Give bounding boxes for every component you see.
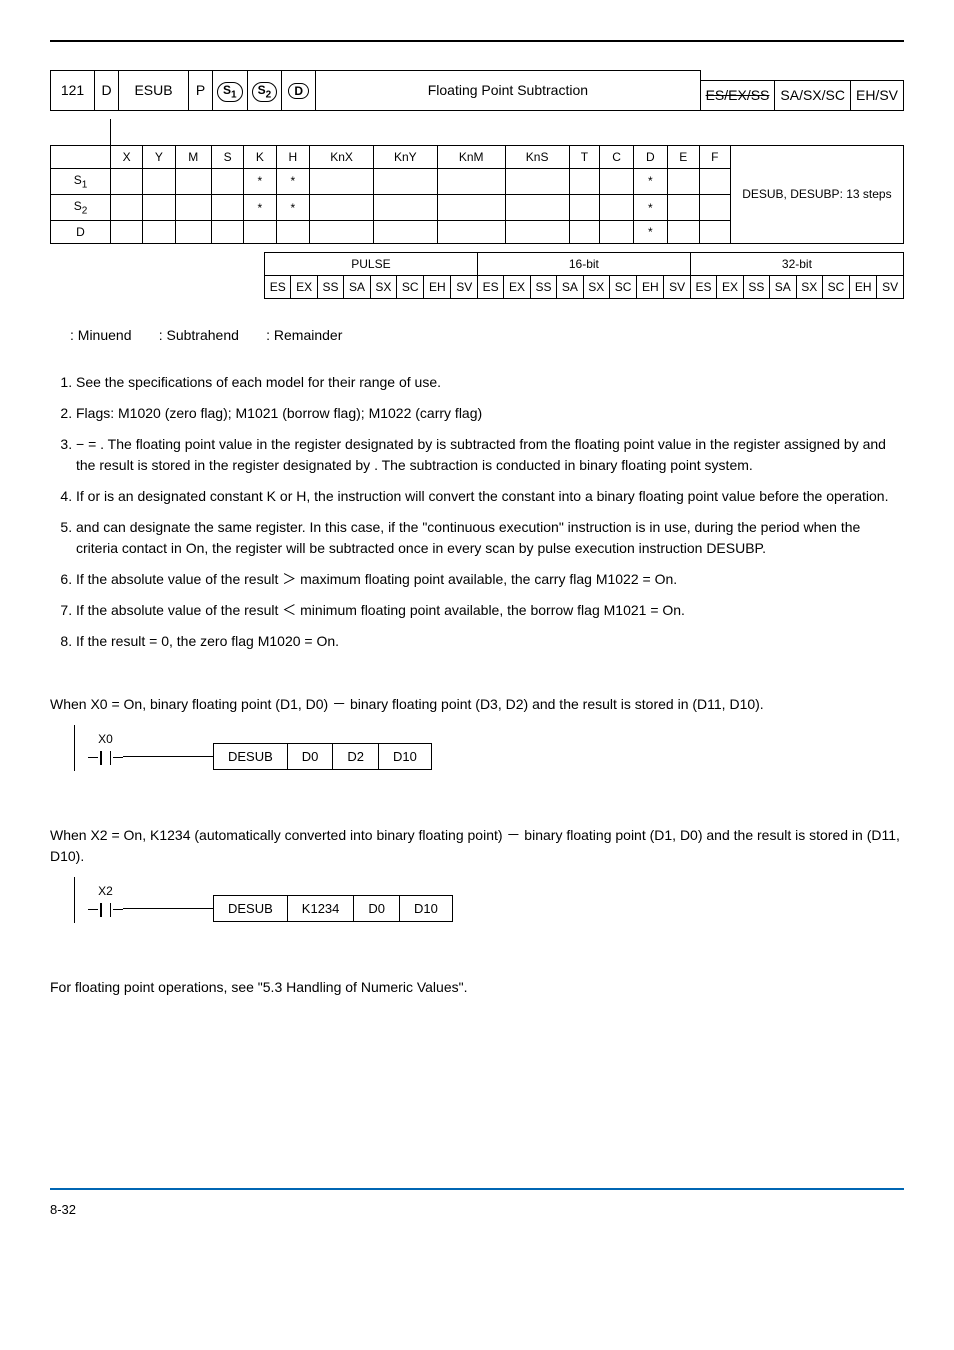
mnemonic: ESUB xyxy=(119,71,189,111)
remark-text: For floating point operations, see "5.3 … xyxy=(50,977,904,998)
top-rule xyxy=(50,40,904,42)
note-4: If or is an designated constant K or H, … xyxy=(76,486,904,507)
ex2-instruction: DESUB K1234 D0 D10 xyxy=(213,895,453,923)
model-es: ES/EX/SS xyxy=(700,81,775,111)
instruction-title: Floating Point Subtraction xyxy=(316,71,700,111)
operand-grid: XYMS KHKnXKnY KnMKnSTC DEF DESUB, DESUBP… xyxy=(50,119,904,244)
api-num: 121 xyxy=(51,71,95,111)
ex2-text: When X2 = On, K1234 (automatically conve… xyxy=(50,825,904,867)
operand-d: D xyxy=(282,71,316,111)
page-number: 8-32 xyxy=(50,1200,904,1220)
bottom-rule xyxy=(50,1188,904,1190)
contact-icon xyxy=(88,749,123,767)
steps-note: DESUB, DESUBP: 13 steps xyxy=(730,145,903,244)
explanations-list: See the specifications of each model for… xyxy=(50,372,904,652)
note-8: If the result = 0, the zero flag M1020 =… xyxy=(76,631,904,652)
ladder-2: X2 DESUB K1234 D0 D10 xyxy=(74,877,904,923)
instruction-header-table: 121 D ESUB P S1 S2 D Floating Point Subt… xyxy=(50,70,904,111)
api-d: D xyxy=(95,71,119,111)
note-1: See the specifications of each model for… xyxy=(76,372,904,393)
grid-header-row: XYMS KHKnXKnY KnMKnSTC DEF DESUB, DESUBP… xyxy=(51,145,904,168)
operand-s2: S2 xyxy=(247,71,282,111)
note-6: If the absolute value of the result ＞ ma… xyxy=(76,569,904,590)
type-footer: PULSE 16-bit 32-bit ESEXSSSA SXSCEHSV ES… xyxy=(264,252,904,299)
note-5: and can designate the same register. In … xyxy=(76,517,904,559)
ex1-instruction: DESUB D0 D2 D10 xyxy=(213,743,432,771)
model-sa: SA/SX/SC xyxy=(775,81,851,111)
operand-s1: S1 xyxy=(213,71,248,111)
note-7: If the absolute value of the result ＜ mi… xyxy=(76,600,904,621)
operands-line: : Minuend : Subtrahend : Remainder xyxy=(70,325,904,346)
note-2: Flags: M1020 (zero flag); M1021 (borrow … xyxy=(76,403,904,424)
ex2-contact-label: X2 xyxy=(98,882,113,900)
ladder-1: X0 DESUB D0 D2 D10 xyxy=(74,725,904,771)
note-3: − = . The floating point value in the re… xyxy=(76,434,904,476)
model-eh: EH/SV xyxy=(850,81,903,111)
ex1-contact-label: X0 xyxy=(98,730,113,748)
api-p: P xyxy=(189,71,213,111)
contact-icon xyxy=(88,901,123,919)
ex1-text: When X0 = On, binary floating point (D1,… xyxy=(50,694,904,715)
